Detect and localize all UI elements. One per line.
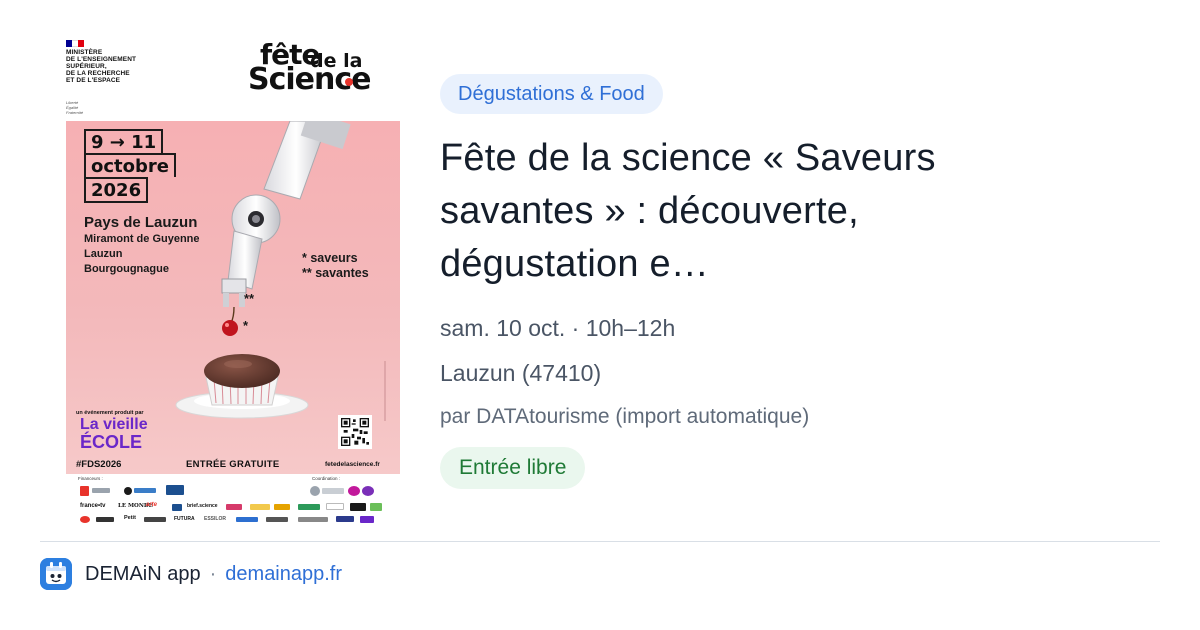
organizer-name-line2: ÉCOLE <box>80 432 143 452</box>
partner-logo <box>322 488 344 494</box>
partner-logo <box>226 504 242 510</box>
media-logo: france•tv <box>80 503 106 509</box>
price-badge: Entrée libre <box>440 447 586 489</box>
partner-logo <box>360 516 374 523</box>
event-title-line: dégustation e… <box>440 243 709 285</box>
coordination-label: Coordination : <box>312 476 341 481</box>
partner-logo <box>80 516 90 523</box>
partner-logo <box>80 486 89 496</box>
poster-saveurs-note: * saveurs ** savantes <box>302 251 369 280</box>
fete-de-la-science-logo: fête de la Science <box>248 38 378 97</box>
footer-separator: · <box>209 562 217 585</box>
event-title-line: Fête de la science « Saveurs <box>440 137 936 179</box>
logo-dot <box>345 78 353 86</box>
poster-place-main: Pays de Lauzun <box>84 214 198 231</box>
media-logo: Petit <box>124 515 136 521</box>
poster-artwork: 9 → 11 octobre 2026 Pays de Lauzun Miram… <box>66 121 400 474</box>
partner-logo <box>362 486 374 496</box>
app-domain-link[interactable]: demainapp.fr <box>225 563 342 586</box>
ministry-label: MINISTÈRE DE L'ENSEIGNEMENT SUPÉRIEUR, D… <box>66 49 137 84</box>
partner-logo <box>326 503 344 510</box>
partner-logo <box>124 487 132 495</box>
media-logo: brief.science <box>187 503 218 509</box>
poster-site-url: fetedelascience.fr <box>325 461 380 468</box>
french-flag-icon <box>66 40 84 47</box>
partner-logo <box>166 485 184 495</box>
poster-double-star: ** <box>244 291 255 306</box>
poster-dates: 9 → 11 octobre 2026 <box>84 129 176 203</box>
event-title[interactable]: Fête de la science « Saveurs savantes » … <box>440 132 1120 291</box>
qr-code-icon <box>338 415 372 449</box>
partner-logo <box>350 503 366 511</box>
poster-date-month: octobre <box>84 153 176 177</box>
footer-divider <box>40 541 1160 542</box>
site-footer: DEMAiN app · demainapp.fr <box>40 557 342 591</box>
partner-logo <box>134 488 156 493</box>
partner-logo <box>250 504 270 510</box>
media-logo: FUTURA <box>174 516 195 522</box>
poster-date-year: 2026 <box>84 177 149 203</box>
partner-logo <box>298 517 328 522</box>
partner-logo <box>236 517 258 522</box>
event-location: Lauzun (47410) <box>440 360 602 386</box>
media-logo: arte <box>146 502 158 508</box>
event-title-line: savantes » : découverte, <box>440 190 859 232</box>
partner-logo <box>96 517 114 522</box>
partners-label: Financeurs : <box>78 476 103 481</box>
partner-logo <box>144 517 166 522</box>
poster-town: Miramont de Guyenne <box>84 233 200 245</box>
app-name: DEMAiN app <box>85 562 201 585</box>
poster-entry-label: ENTRÉE GRATUITE <box>186 459 280 470</box>
poster-town: Bourgougnague <box>84 263 169 275</box>
poster-single-star: * <box>243 318 249 333</box>
poster-town: Lauzun <box>84 248 123 260</box>
partner-logo <box>92 488 110 493</box>
partner-logo <box>172 504 182 511</box>
event-poster[interactable]: MINISTÈRE DE L'ENSEIGNEMENT SUPÉRIEUR, D… <box>60 30 404 526</box>
organizer-name-line1: La vieille <box>80 416 148 433</box>
event-date-time: sam. 10 oct. · 10h–12h <box>440 315 676 341</box>
category-tag[interactable]: Dégustations & Food <box>440 74 663 114</box>
partner-logo <box>274 504 290 510</box>
partner-logo <box>348 486 360 496</box>
event-source: par DATAtourisme (import automatique) <box>440 405 810 428</box>
poster-hashtag: #FDS2026 <box>76 459 122 470</box>
poster-places: Pays de Lauzun Miramont de Guyenne Lauzu… <box>84 214 200 277</box>
motto-label: Liberté Égalité Fraternité <box>66 100 84 115</box>
poster-date-range: 9 → 11 <box>84 129 164 153</box>
media-logo: ESSILOR <box>204 516 226 522</box>
partner-logo <box>266 517 288 522</box>
partner-logo <box>370 503 382 511</box>
partner-logo <box>298 504 320 510</box>
poster-header: MINISTÈRE DE L'ENSEIGNEMENT SUPÉRIEUR, D… <box>60 30 404 120</box>
demain-app-icon <box>40 558 72 590</box>
poster-partner-logos: Financeurs : Coordination : france•tv LE… <box>66 476 400 524</box>
partner-logo <box>310 486 320 496</box>
partner-logo <box>336 516 354 522</box>
